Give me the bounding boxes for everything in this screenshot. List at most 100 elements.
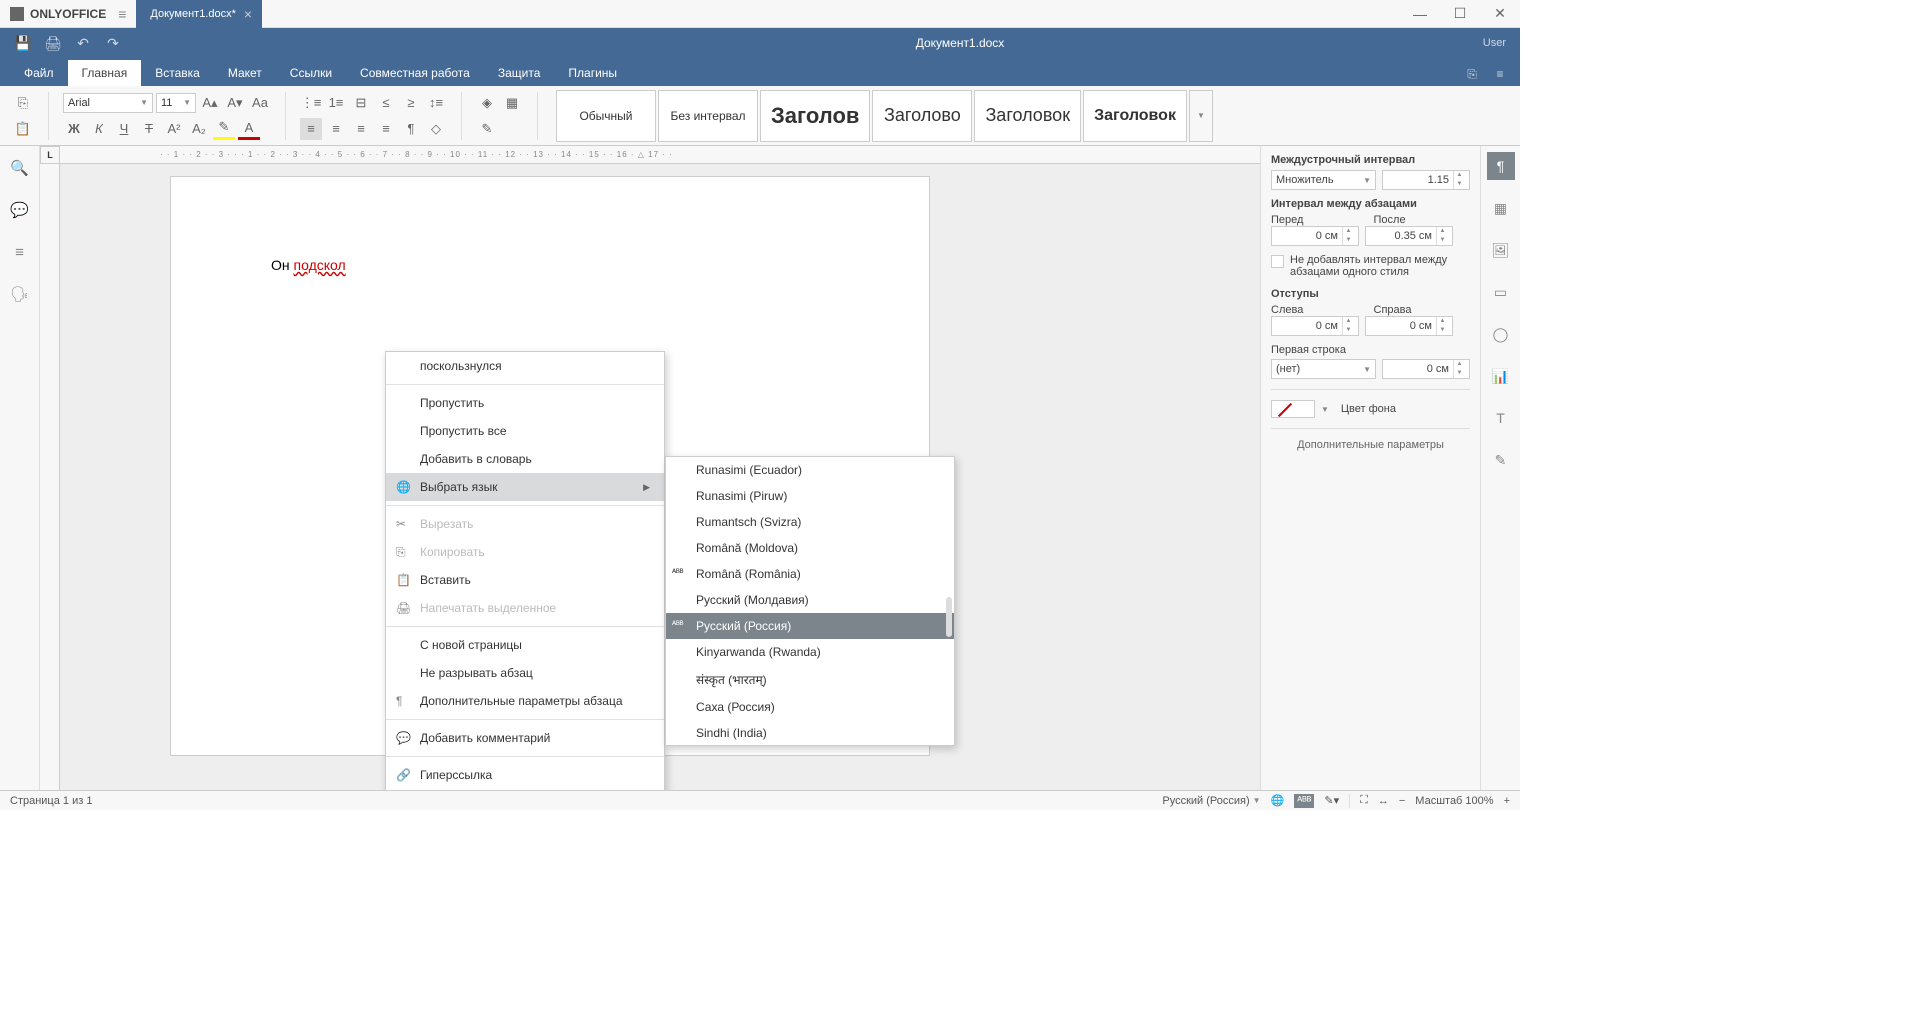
font-size-select[interactable]: 11▼ — [156, 93, 196, 113]
view-settings-icon[interactable]: ≡ — [1486, 62, 1514, 86]
misspelled-word[interactable]: подскол — [294, 257, 346, 273]
spacing-value-input[interactable]: 1.15▲▼ — [1382, 170, 1470, 190]
lang-item[interactable]: Kinyarwanda (Rwanda) — [666, 639, 954, 665]
zoom-status[interactable]: Масштаб 100% — [1415, 795, 1493, 807]
paste-icon[interactable]: 📋 — [12, 118, 34, 140]
chevron-down-icon[interactable]: ▼ — [1321, 405, 1329, 414]
signature-settings-icon[interactable]: ✎ — [1487, 446, 1515, 474]
first-line-select[interactable]: (нет)▼ — [1271, 359, 1376, 379]
style-heading2[interactable]: Заголово — [872, 90, 972, 142]
redo-icon[interactable]: ↷ — [98, 28, 128, 58]
zoom-in-icon[interactable]: + — [1504, 795, 1510, 807]
vertical-ruler[interactable] — [40, 164, 60, 790]
tab-protection[interactable]: Защита — [484, 60, 555, 86]
bold-button[interactable]: Ж — [63, 118, 85, 140]
ctx-hyperlink[interactable]: 🔗Гиперссылка — [386, 761, 664, 789]
textart-settings-icon[interactable]: T — [1487, 404, 1515, 432]
style-no-spacing[interactable]: Без интервал — [658, 90, 758, 142]
lang-item[interactable]: संस्कृत (भारतम्) — [666, 665, 954, 694]
lang-item[interactable]: Sindhi (India) — [666, 720, 954, 746]
indent-left-input[interactable]: 0 см▲▼ — [1271, 316, 1359, 336]
spellcheck-toggle[interactable]: ᴬᴮᴮ — [1294, 794, 1314, 808]
undo-icon[interactable]: ↶ — [68, 28, 98, 58]
headings-icon[interactable]: ≡ — [8, 240, 32, 264]
chart-settings-icon[interactable]: 📊 — [1487, 362, 1515, 390]
lang-item[interactable]: ᴬᴮᴮRomână (România) — [666, 561, 954, 587]
subscript-button[interactable]: A₂ — [188, 118, 210, 140]
line-spacing-icon[interactable]: ↕≡ — [425, 92, 447, 114]
bg-color-swatch[interactable] — [1271, 400, 1315, 418]
indent-right-input[interactable]: 0 см▲▼ — [1365, 316, 1453, 336]
spacing-type-select[interactable]: Множитель▼ — [1271, 170, 1376, 190]
advanced-link[interactable]: Дополнительные параметры — [1271, 439, 1470, 451]
maximize-button[interactable]: ☐ — [1440, 0, 1480, 28]
shading-icon[interactable]: ◇ — [425, 118, 447, 140]
numbering-icon[interactable]: 1≡ — [325, 92, 347, 114]
copy-icon[interactable]: ⎘ — [12, 92, 34, 114]
language-status[interactable]: Русский (Россия) ▼ — [1162, 795, 1260, 807]
tab-insert[interactable]: Вставка — [141, 60, 214, 86]
fit-page-icon[interactable]: ⛶ — [1360, 794, 1368, 807]
font-name-select[interactable]: Arial▼ — [63, 93, 153, 113]
editor-area[interactable]: L · · 1 · · 2 · · 3 · · · 1 · · 2 · · 3 … — [40, 146, 1260, 790]
italic-button[interactable]: К — [88, 118, 110, 140]
tab-file[interactable]: Файл — [10, 60, 68, 86]
highlight-color-button[interactable]: ✎ — [213, 118, 235, 140]
copy-style-icon[interactable]: ✎ — [476, 118, 498, 140]
minimize-button[interactable]: — — [1400, 0, 1440, 28]
lang-item[interactable]: Runasimi (Ecuador) — [666, 457, 954, 483]
ctx-choose-language[interactable]: 🌐 Выбрать язык ▶ — [386, 473, 664, 501]
ctx-suggestion[interactable]: поскользнулся — [386, 352, 664, 380]
increase-font-icon[interactable]: A▴ — [199, 92, 221, 114]
ctx-keep-together[interactable]: Не разрывать абзац — [386, 659, 664, 687]
underline-button[interactable]: Ч — [113, 118, 135, 140]
ctx-new-page[interactable]: С новой страницы — [386, 631, 664, 659]
ctx-add-dictionary[interactable]: Добавить в словарь — [386, 445, 664, 473]
close-tab-icon[interactable]: × — [244, 6, 252, 22]
style-heading1[interactable]: Заголов — [760, 90, 870, 142]
feedback-icon[interactable]: 🗣 — [8, 282, 32, 306]
tab-plugins[interactable]: Плагины — [554, 60, 631, 86]
hamburger-icon[interactable]: ≡ — [118, 6, 126, 22]
tab-references[interactable]: Ссылки — [276, 60, 346, 86]
checkbox-icon[interactable] — [1271, 255, 1284, 268]
paragraph-settings-icon[interactable]: ¶ — [1487, 152, 1515, 180]
comments-icon[interactable]: 💬 — [8, 198, 32, 222]
multilevel-icon[interactable]: ⊟ — [350, 92, 372, 114]
horizontal-ruler[interactable]: · · 1 · · 2 · · 3 · · · 1 · · 2 · · 3 · … — [60, 146, 1260, 164]
user-label[interactable]: User — [1483, 37, 1512, 49]
save-icon[interactable]: 💾 — [8, 28, 38, 58]
superscript-button[interactable]: A² — [163, 118, 185, 140]
lang-item[interactable]: Română (Moldova) — [666, 535, 954, 561]
shape-settings-icon[interactable]: ◯ — [1487, 320, 1515, 348]
table-settings-icon[interactable]: ▦ — [1487, 194, 1515, 222]
style-more-button[interactable]: ▼ — [1189, 90, 1213, 142]
fit-width-icon[interactable]: ↔ — [1378, 795, 1389, 807]
strikeout-button[interactable]: Т — [138, 118, 160, 140]
lang-item-selected[interactable]: ᴬᴮᴮРусский (Россия) — [666, 613, 954, 639]
before-input[interactable]: 0 см▲▼ — [1271, 226, 1359, 246]
lang-item[interactable]: Runasimi (Piruw) — [666, 483, 954, 509]
font-color-button[interactable]: A — [238, 118, 260, 140]
ctx-skip-all[interactable]: Пропустить все — [386, 417, 664, 445]
document-text[interactable]: Он подскол — [271, 257, 346, 273]
change-case-icon[interactable]: Aa — [249, 92, 271, 114]
align-right-icon[interactable]: ≡ — [350, 118, 372, 140]
same-style-checkbox[interactable]: Не добавлять интервал между абзацами одн… — [1271, 254, 1470, 278]
tab-layout[interactable]: Макет — [214, 60, 276, 86]
spellcheck-icon[interactable]: 🌐 — [1271, 794, 1285, 807]
scrollbar-thumb[interactable] — [946, 597, 952, 637]
style-heading3[interactable]: Заголовок — [974, 90, 1081, 142]
style-heading4[interactable]: Заголовок — [1083, 90, 1187, 142]
page-status[interactable]: Страница 1 из 1 — [10, 795, 92, 807]
close-button[interactable]: ✕ — [1480, 0, 1520, 28]
header-settings-icon[interactable]: ▭ — [1487, 278, 1515, 306]
search-icon[interactable]: 🔍 — [8, 156, 32, 180]
ctx-paste[interactable]: 📋Вставить — [386, 566, 664, 594]
first-line-input[interactable]: 0 см▲▼ — [1382, 359, 1470, 379]
decrease-indent-icon[interactable]: ≤ — [375, 92, 397, 114]
nonprinting-icon[interactable]: ¶ — [400, 118, 422, 140]
track-changes-icon[interactable]: ✎▾ — [1324, 794, 1339, 807]
lang-item[interactable]: Rumantsch (Svizra) — [666, 509, 954, 535]
lang-item[interactable]: Саха (Россия) — [666, 694, 954, 720]
